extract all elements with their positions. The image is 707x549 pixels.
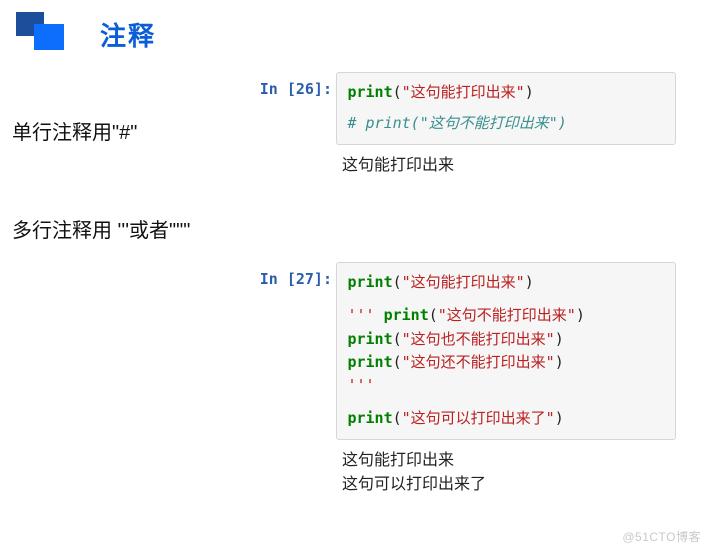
code-input: print("这句能打印出来") # print("这句不能打印出来") — [336, 72, 676, 145]
code-comment: # print("这句不能打印出来") — [347, 112, 665, 135]
token-str: ''' — [347, 376, 374, 394]
token-str: ''' — [347, 306, 383, 324]
token-str: "这句能打印出来" — [402, 273, 525, 291]
token-paren: ) — [555, 409, 564, 427]
cell-prompt: In [26]: — [240, 72, 332, 98]
code-line: print("这句能打印出来") — [347, 271, 665, 294]
cell-output: 这句能打印出来 — [340, 151, 680, 179]
token-str: "这句还不能打印出来" — [402, 353, 555, 371]
token-str: "这句可以打印出来了" — [402, 409, 555, 427]
token-paren: ) — [555, 353, 564, 371]
token-paren: ( — [393, 409, 402, 427]
blank-line — [347, 397, 665, 407]
token-fn: print — [347, 353, 392, 371]
token-fn: print — [347, 83, 392, 101]
blank-line — [347, 294, 665, 304]
code-line: print("这句能打印出来") — [347, 81, 665, 104]
token-paren: ) — [525, 83, 534, 101]
token-str: "这句能打印出来" — [402, 83, 525, 101]
code-line: print("这句还不能打印出来") — [347, 351, 665, 374]
token-fn: print — [347, 409, 392, 427]
token-fn: print — [384, 306, 429, 324]
token-paren: ( — [429, 306, 438, 324]
code-line: print("这句可以打印出来了") — [347, 407, 665, 430]
logo — [16, 12, 64, 52]
single-line-comment-desc: 单行注释用"#" — [12, 116, 137, 145]
page-title: 注释 — [100, 16, 156, 53]
token-paren: ) — [525, 273, 534, 291]
token-paren: ( — [393, 83, 402, 101]
code-line: ''' — [347, 374, 665, 397]
code-line: print("这句也不能打印出来") — [347, 328, 665, 351]
token-fn: print — [347, 273, 392, 291]
token-paren: ( — [393, 330, 402, 348]
token-paren: ) — [576, 306, 585, 324]
watermark: @51CTO博客 — [622, 528, 701, 545]
token-fn: print — [347, 330, 392, 348]
token-str: "这句也不能打印出来" — [402, 330, 555, 348]
code-input: print("这句能打印出来") ''' print("这句不能打印出来") p… — [336, 262, 676, 440]
cell-output: 这句能打印出来 这句可以打印出来了 — [340, 446, 680, 498]
blank-line — [347, 104, 665, 112]
multi-line-comment-desc: 多行注释用 '''或者""" — [12, 214, 190, 243]
token-str: "这句不能打印出来" — [438, 306, 576, 324]
token-paren: ( — [393, 353, 402, 371]
cell-prompt: In [27]: — [240, 262, 332, 288]
logo-square-front — [34, 24, 64, 50]
token-paren: ) — [555, 330, 564, 348]
code-cell-27: In [27]: print("这句能打印出来") ''' print("这句不… — [240, 262, 696, 498]
token-paren: ( — [393, 273, 402, 291]
code-cell-26: In [26]: print("这句能打印出来") # print("这句不能打… — [240, 72, 696, 179]
code-line: ''' print("这句不能打印出来") — [347, 304, 665, 327]
